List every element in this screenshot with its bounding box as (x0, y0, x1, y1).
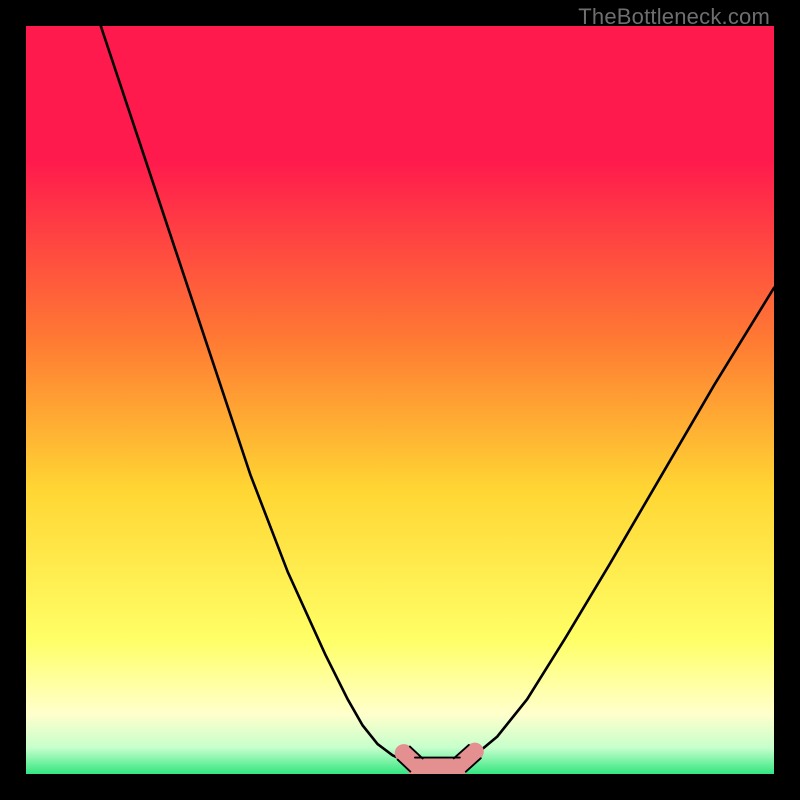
marker-capsule (460, 752, 475, 765)
chart-svg (26, 26, 774, 774)
outer-frame: TheBottleneck.com (0, 0, 800, 800)
curve-group (101, 26, 774, 764)
curve-right (460, 288, 774, 763)
marker-group (398, 745, 481, 774)
plot-area (26, 26, 774, 774)
curve-left (101, 26, 415, 763)
